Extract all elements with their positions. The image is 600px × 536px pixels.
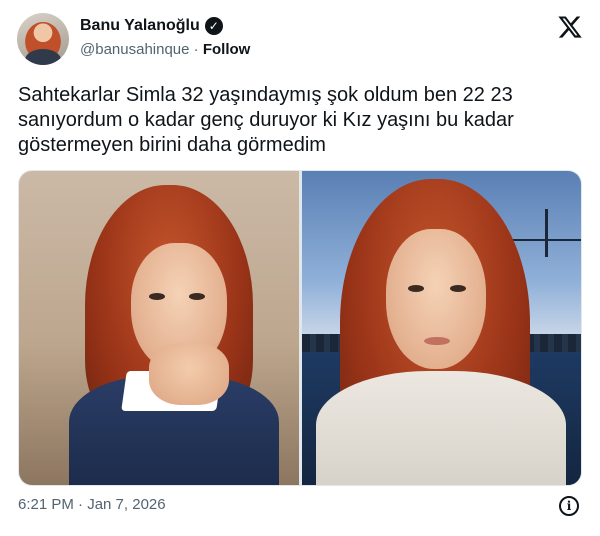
media-photo-left[interactable] xyxy=(19,171,299,485)
author-avatar[interactable] xyxy=(17,13,69,65)
author-display-name[interactable]: Banu Yalanoğlu xyxy=(80,17,200,35)
author-name-row: Banu Yalanoğlu ✓ xyxy=(80,17,223,35)
handle-separator: · xyxy=(189,41,203,58)
info-icon[interactable]: i xyxy=(559,496,579,516)
photo-right-sweater xyxy=(315,371,566,485)
tweet-timestamp[interactable]: 6:21 PM · Jan 7, 2026 xyxy=(18,496,166,513)
x-logo-icon[interactable] xyxy=(557,14,583,40)
photo-right-face xyxy=(385,229,486,369)
verified-badge-icon: ✓ xyxy=(204,17,223,35)
photo-left-eye xyxy=(189,293,205,300)
author-handle-row: @banusahinque · Follow xyxy=(80,41,250,58)
photo-right-lips xyxy=(423,337,450,345)
photo-right-eye xyxy=(407,285,424,292)
photo-right-bridge-tower xyxy=(544,209,548,257)
tweet-text: Sahtekarlar Simla 32 yaşındaymış şok old… xyxy=(18,84,514,156)
avatar-shoulders xyxy=(25,49,61,65)
photo-right-eye xyxy=(449,285,466,292)
media-photo-right[interactable] xyxy=(301,171,581,485)
photo-left-hand xyxy=(149,343,229,405)
photo-left-eye xyxy=(149,293,165,300)
follow-button[interactable]: Follow xyxy=(203,41,251,58)
media-grid xyxy=(18,170,582,486)
author-handle[interactable]: @banusahinque xyxy=(80,41,189,58)
tweet-card: Banu Yalanoğlu ✓ @banusahinque · Follow … xyxy=(0,0,600,536)
